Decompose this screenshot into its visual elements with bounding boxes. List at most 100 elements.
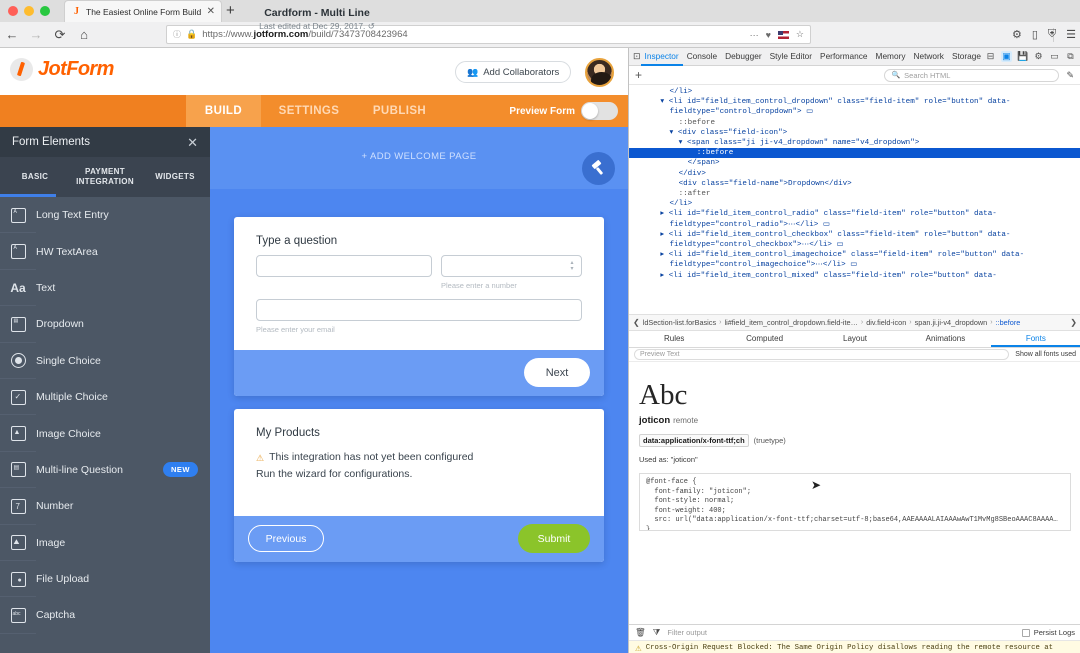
markup-line[interactable]: </div> <box>629 169 1080 179</box>
devtools-tab-storage[interactable]: Storage <box>948 48 985 66</box>
list-item-text[interactable]: Aa Text <box>0 270 210 307</box>
markup-line[interactable]: ::after <box>629 189 1080 199</box>
list-item-number[interactable]: 7 Number <box>0 488 210 525</box>
devtools-tab-performance[interactable]: Performance <box>816 48 872 66</box>
add-welcome-page-button[interactable]: + ADD WELCOME PAGE <box>210 151 628 162</box>
tab-publish[interactable]: PUBLISH <box>357 95 442 127</box>
form-designer-button[interactable] <box>582 152 615 185</box>
breadcrumb-scroll-left-icon[interactable]: ❮ <box>633 318 640 327</box>
devtools-tab-memory[interactable]: Memory <box>872 48 910 66</box>
number-spinner-icon[interactable]: ▴ ▾ <box>569 260 575 273</box>
markup-line[interactable]: ▾ <li id="field_item_control_dropdown" c… <box>629 97 1080 107</box>
breadcrumb-item-selected[interactable]: ::before <box>996 318 1021 327</box>
devtools-tab-inspector[interactable]: Inspector <box>641 48 683 66</box>
home-icon[interactable]: ⌂ <box>72 23 96 47</box>
markup-line[interactable]: ▸ <li id="field_item_control_mixed" clas… <box>629 271 1080 281</box>
list-item-image-choice[interactable]: ▲ Image Choice <box>0 415 210 452</box>
list-item-hw-textarea[interactable]: A HW TextArea <box>0 233 210 270</box>
reload-icon[interactable]: ⟳ <box>48 23 72 47</box>
window-controls[interactable] <box>8 6 50 16</box>
breadcrumb-item[interactable]: div.field-icon <box>866 318 906 327</box>
markup-line[interactable]: <div class="field-name">Dropdown</div> <box>629 179 1080 189</box>
breadcrumb-scroll-right-icon[interactable]: ❯ <box>1070 318 1077 327</box>
filter-output-input[interactable]: Filter output <box>667 628 707 637</box>
markup-line[interactable]: ▸ <li id="field_item_control_checkbox" c… <box>629 230 1080 240</box>
tab-settings[interactable]: SETTINGS <box>261 95 357 127</box>
jotform-logo[interactable]: JotForm <box>10 58 114 81</box>
browser-tab[interactable]: The Easiest Online Form Build ✕ <box>64 0 222 22</box>
markup-line[interactable]: </span> <box>629 158 1080 168</box>
markup-line[interactable]: fieldtype="control_radio">⋯</li> ▭ <box>629 220 1080 230</box>
site-info-icon[interactable]: ⓘ <box>173 29 181 40</box>
search-html-input[interactable]: 🔍 Search HTML <box>884 68 1060 82</box>
tab-rules[interactable]: Rules <box>629 331 719 347</box>
tab-layout[interactable]: Layout <box>810 331 900 347</box>
minimize-window-button[interactable] <box>24 6 34 16</box>
markup-line[interactable]: ▸ <li id="field_item_control_imagechoice… <box>629 250 1080 260</box>
page-actions-icon[interactable]: ··· <box>750 30 759 40</box>
menu-hamburger-icon[interactable]: ☰ <box>1066 28 1076 41</box>
preview-form-toggle[interactable] <box>581 102 618 120</box>
edit-pencil-icon[interactable]: ✎ <box>1066 70 1074 81</box>
list-item-long-text-entry[interactable]: A Long Text Entry <box>0 197 210 234</box>
markup-line-selected[interactable]: ::before <box>629 148 1080 159</box>
close-icon[interactable]: ✕ <box>207 6 215 17</box>
breadcrumb-item[interactable]: li#field_item_control_dropdown.field-ite… <box>724 318 857 327</box>
tab-fonts[interactable]: Fonts <box>991 331 1080 347</box>
avatar[interactable] <box>585 58 614 87</box>
split-console-icon[interactable]: ▣ <box>1001 51 1012 62</box>
next-button[interactable]: Next <box>524 358 590 387</box>
tab-payment-integration[interactable]: PAYMENT INTEGRATION <box>70 167 140 187</box>
bookmark-star-icon[interactable]: ☆ <box>796 29 804 40</box>
markup-line[interactable]: fieldtype="control_imagechoice">⋯</li> ▭ <box>629 260 1080 270</box>
devtools-tab-style-editor[interactable]: Style Editor <box>766 48 816 66</box>
font-url-chip[interactable]: data:application/x-font-ttf;ch <box>639 434 749 447</box>
number-input[interactable]: ▴ ▾ <box>441 255 582 277</box>
markup-line[interactable]: ::before <box>629 118 1080 128</box>
screenshot-icon[interactable]: 💾 <box>1017 51 1028 62</box>
clear-console-icon[interactable]: 🗑 <box>635 627 646 638</box>
form-title[interactable]: Cardform - Multi Line <box>232 7 402 19</box>
breadcrumb-item[interactable]: ldSection-list.forBasics <box>643 318 716 327</box>
markup-line[interactable]: ▾ <span class="ji ji-v4_dropdown" name="… <box>629 138 1080 148</box>
markup-line[interactable]: fieldtype="control_checkbox">⋯</li> ▭ <box>629 240 1080 250</box>
list-item-multi-line-question[interactable]: ▤ Multi-line Question NEW <box>0 452 210 489</box>
markup-tree[interactable]: </li> ▾ <li id="field_item_control_dropd… <box>629 85 1080 314</box>
submit-button[interactable]: Submit <box>518 524 590 553</box>
devtools-wrench-icon[interactable]: ⚙ <box>1012 28 1022 41</box>
markup-line[interactable]: </li> <box>629 199 1080 209</box>
list-item-dropdown[interactable]: ▤ Dropdown <box>0 306 210 343</box>
products-title[interactable]: My Products <box>256 427 582 439</box>
breadcrumb-item[interactable]: span.ji.ji-v4_dropdown <box>915 318 988 327</box>
tab-basic[interactable]: BASIC <box>0 172 70 182</box>
close-icon[interactable]: ✕ <box>187 136 198 149</box>
devtools-tab-network[interactable]: Network <box>910 48 948 66</box>
preview-form-control[interactable]: Preview Form <box>509 95 618 127</box>
markup-line[interactable]: fieldtype="control_dropdown"> ▭ <box>629 107 1080 117</box>
question-title[interactable]: Type a question <box>256 235 582 247</box>
back-icon[interactable]: ← <box>0 23 24 47</box>
text-input[interactable] <box>256 255 432 277</box>
dock-window-icon[interactable]: ⧉ <box>1065 51 1076 62</box>
maximize-window-button[interactable] <box>40 6 50 16</box>
email-input[interactable] <box>256 299 582 321</box>
list-item-multiple-choice[interactable]: ✓ Multiple Choice <box>0 379 210 416</box>
markup-line[interactable]: ▸ <li id="field_item_control_radio" clas… <box>629 209 1080 219</box>
devtools-tab-console[interactable]: Console <box>683 48 721 66</box>
show-all-fonts-link[interactable]: Show all fonts used <box>1015 351 1076 358</box>
add-node-icon[interactable]: + <box>635 68 642 82</box>
tab-build[interactable]: BUILD <box>186 95 261 127</box>
list-item-image[interactable]: ⛰ Image <box>0 525 210 561</box>
markup-line[interactable]: ▾ <div class="field-icon"> <box>629 128 1080 138</box>
element-picker-icon[interactable]: ⊡ <box>633 51 641 62</box>
list-item-file-upload[interactable]: ● File Upload <box>0 561 210 598</box>
forward-icon[interactable]: → <box>24 23 48 47</box>
filter-icon[interactable]: ⧩ <box>653 627 661 638</box>
add-collaborators-button[interactable]: 👥 Add Collaborators <box>455 61 572 83</box>
shield-icon[interactable]: ⛨ <box>1048 28 1056 41</box>
list-item-captcha[interactable]: abc Captcha <box>0 597 210 634</box>
devtools-tab-debugger[interactable]: Debugger <box>721 48 765 66</box>
list-item-single-choice[interactable]: Single Choice <box>0 343 210 379</box>
tab-widgets[interactable]: WIDGETS <box>140 172 210 182</box>
markup-line[interactable]: </li> <box>629 87 1080 97</box>
